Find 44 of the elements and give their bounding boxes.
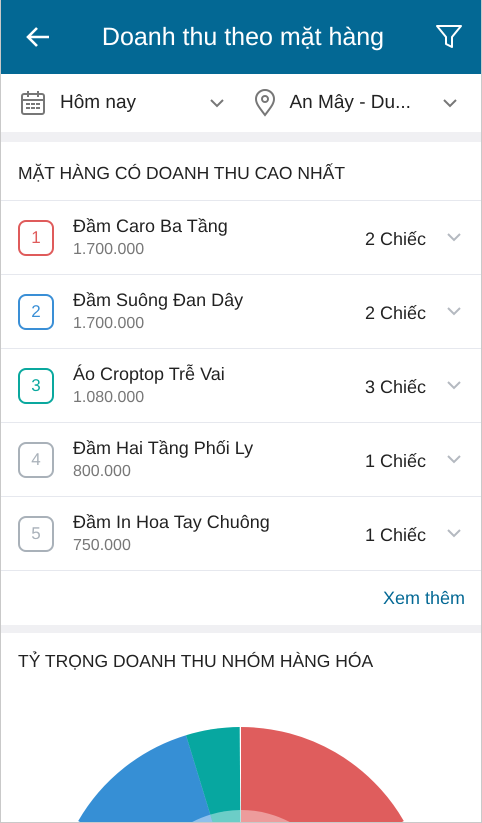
section-title: MẶT HÀNG CÓ DOANH THU CAO NHẤT: [1, 142, 481, 201]
chevron-down-icon: [447, 233, 461, 242]
back-arrow-icon: [25, 26, 51, 48]
product-name: Áo Croptop Trễ Vai: [73, 364, 226, 385]
chevron-down-icon: [447, 455, 461, 464]
product-name: Đầm In Hoa Tay Chuông: [73, 512, 271, 533]
product-row[interactable]: 5 Đầm In Hoa Tay Chuông 750.000 1 Chiếc: [1, 497, 481, 571]
product-row[interactable]: 1 Đầm Caro Ba Tầng 1.700.000 2 Chiếc: [1, 201, 481, 275]
product-quantity: 2 Chiếc: [364, 303, 426, 324]
calendar-icon: [20, 90, 46, 116]
see-more-link[interactable]: Xem thêm: [382, 588, 465, 608]
product-row[interactable]: 3 Áo Croptop Trễ Vai 1.080.000 3 Chiếc: [1, 349, 481, 423]
product-revenue: 800.000: [73, 463, 132, 481]
product-quantity: 3 Chiếc: [364, 377, 426, 398]
section-title: TỶ TRỌNG DOANH THU NHÓM HÀNG HÓA: [17, 650, 374, 673]
chevron-down-icon: [443, 98, 457, 108]
filter-icon: [435, 23, 463, 51]
chevron-down-icon: [210, 98, 224, 108]
product-revenue: 1.080.000: [73, 389, 146, 407]
date-dropdown[interactable]: Hôm nay: [20, 74, 224, 132]
product-revenue: 1.700.000: [73, 315, 146, 333]
back-button[interactable]: [25, 26, 51, 48]
chevron-down-icon: [447, 307, 461, 316]
product-quantity: 2 Chiếc: [364, 229, 426, 250]
product-name: Đầm Hai Tầng Phối Ly: [73, 438, 254, 459]
product-quantity: 1 Chiếc: [364, 451, 426, 472]
rank-badge: 3: [18, 368, 54, 404]
location-pin-icon: [254, 89, 276, 117]
rank-badge: 1: [18, 220, 54, 256]
product-row[interactable]: 2 Đầm Suông Đan Dây 1.700.000 2 Chiếc: [1, 275, 481, 349]
filter-button[interactable]: [435, 23, 463, 51]
rank-badge: 2: [18, 294, 54, 330]
rank-badge: 4: [18, 442, 54, 478]
product-quantity: 1 Chiếc: [364, 525, 426, 546]
product-row[interactable]: 4 Đầm Hai Tầng Phối Ly 800.000 1 Chiếc: [1, 423, 481, 497]
screen-title: Doanh thu theo mặt hàng: [100, 22, 386, 52]
product-name: Đầm Caro Ba Tầng: [73, 216, 229, 237]
chevron-down-icon: [447, 529, 461, 538]
location-dropdown[interactable]: An Mây - Du...: [254, 74, 457, 132]
rank-badge: 5: [18, 516, 54, 552]
chevron-down-icon: [447, 381, 461, 390]
product-name: Đầm Suông Đan Dây: [73, 290, 244, 311]
product-revenue: 750.000: [73, 537, 132, 555]
product-revenue: 1.700.000: [73, 241, 146, 259]
